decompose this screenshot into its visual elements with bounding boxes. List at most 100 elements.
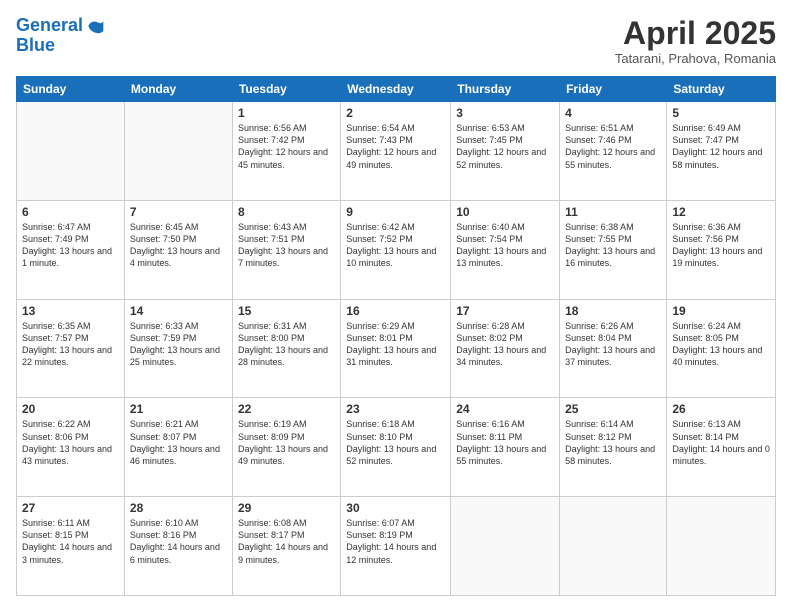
day-cell: 1Sunrise: 6:56 AM Sunset: 7:42 PM Daylig… bbox=[232, 102, 340, 201]
day-info: Sunrise: 6:22 AM Sunset: 8:06 PM Dayligh… bbox=[22, 418, 119, 467]
day-number: 8 bbox=[238, 205, 335, 219]
day-number: 25 bbox=[565, 402, 661, 416]
day-info: Sunrise: 6:26 AM Sunset: 8:04 PM Dayligh… bbox=[565, 320, 661, 369]
day-cell: 14 Sunrise: 6:33 AM Sunset: 7:59 PM Dayli… bbox=[124, 299, 232, 398]
day-cell: 27 Sunrise: 6:11 AM Sunset: 8:15 PM Dayli… bbox=[17, 497, 125, 596]
day-info: Sunrise: 6:45 AM Sunset: 7:50 PM Dayligh… bbox=[130, 221, 227, 270]
day-cell: 11Sunrise: 6:38 AM Sunset: 7:55 PM Dayli… bbox=[560, 200, 667, 299]
day-info: Sunrise: 6:21 AM Sunset: 8:07 PM Dayligh… bbox=[130, 418, 227, 467]
day-number: 30 bbox=[346, 501, 445, 515]
day-cell: 19 Sunrise: 6:24 AM Sunset: 8:05 PM Dayli… bbox=[667, 299, 776, 398]
day-info: Sunrise: 6:28 AM Sunset: 8:02 PM Dayligh… bbox=[456, 320, 554, 369]
day-number: 3 bbox=[456, 106, 554, 120]
day-cell: 9 Sunrise: 6:42 AM Sunset: 7:52 PM Daylig… bbox=[341, 200, 451, 299]
day-number: 11 bbox=[565, 205, 661, 219]
day-cell bbox=[451, 497, 560, 596]
weekday-header-wednesday: Wednesday bbox=[341, 77, 451, 102]
calendar: SundayMondayTuesdayWednesdayThursdayFrid… bbox=[16, 76, 776, 596]
day-cell bbox=[124, 102, 232, 201]
calendar-body: 1Sunrise: 6:56 AM Sunset: 7:42 PM Daylig… bbox=[17, 102, 776, 596]
day-number: 23 bbox=[346, 402, 445, 416]
day-info: Sunrise: 6:40 AM Sunset: 7:54 PM Dayligh… bbox=[456, 221, 554, 270]
day-cell: 10 Sunrise: 6:40 AM Sunset: 7:54 PM Dayli… bbox=[451, 200, 560, 299]
day-number: 24 bbox=[456, 402, 554, 416]
day-info: Sunrise: 6:43 AM Sunset: 7:51 PM Dayligh… bbox=[238, 221, 335, 270]
day-cell: 22 Sunrise: 6:19 AM Sunset: 8:09 PM Dayli… bbox=[232, 398, 340, 497]
day-info: Sunrise: 6:51 AM Sunset: 7:46 PM Dayligh… bbox=[565, 122, 661, 171]
day-info: Sunrise: 6:07 AM Sunset: 8:19 PM Dayligh… bbox=[346, 517, 445, 566]
day-number: 12 bbox=[672, 205, 770, 219]
day-cell: 21 Sunrise: 6:21 AM Sunset: 8:07 PM Dayli… bbox=[124, 398, 232, 497]
logo-blue: Blue bbox=[16, 36, 105, 54]
title-area: April 2025 Tatarani, Prahova, Romania bbox=[615, 16, 776, 66]
day-cell bbox=[17, 102, 125, 201]
page: General Blue April 2025 Tatarani, Prahov… bbox=[0, 0, 792, 612]
day-cell: 25 Sunrise: 6:14 AM Sunset: 8:12 PM Dayli… bbox=[560, 398, 667, 497]
day-cell: 28 Sunrise: 6:10 AM Sunset: 8:16 PM Dayli… bbox=[124, 497, 232, 596]
header: General Blue April 2025 Tatarani, Prahov… bbox=[16, 16, 776, 66]
logo-icon bbox=[85, 16, 105, 36]
day-cell: 17Sunrise: 6:28 AM Sunset: 8:02 PM Dayli… bbox=[451, 299, 560, 398]
day-info: Sunrise: 6:54 AM Sunset: 7:43 PM Dayligh… bbox=[346, 122, 445, 171]
day-number: 1 bbox=[238, 106, 335, 120]
day-info: Sunrise: 6:14 AM Sunset: 8:12 PM Dayligh… bbox=[565, 418, 661, 467]
calendar-header: SundayMondayTuesdayWednesdayThursdayFrid… bbox=[17, 77, 776, 102]
day-number: 13 bbox=[22, 304, 119, 318]
day-cell: 16 Sunrise: 6:29 AM Sunset: 8:01 PM Dayli… bbox=[341, 299, 451, 398]
day-cell bbox=[560, 497, 667, 596]
day-number: 4 bbox=[565, 106, 661, 120]
day-info: Sunrise: 6:16 AM Sunset: 8:11 PM Dayligh… bbox=[456, 418, 554, 467]
day-number: 10 bbox=[456, 205, 554, 219]
weekday-row: SundayMondayTuesdayWednesdayThursdayFrid… bbox=[17, 77, 776, 102]
day-info: Sunrise: 6:35 AM Sunset: 7:57 PM Dayligh… bbox=[22, 320, 119, 369]
day-info: Sunrise: 6:42 AM Sunset: 7:52 PM Dayligh… bbox=[346, 221, 445, 270]
day-number: 28 bbox=[130, 501, 227, 515]
weekday-header-monday: Monday bbox=[124, 77, 232, 102]
day-info: Sunrise: 6:19 AM Sunset: 8:09 PM Dayligh… bbox=[238, 418, 335, 467]
day-number: 21 bbox=[130, 402, 227, 416]
day-number: 2 bbox=[346, 106, 445, 120]
day-number: 7 bbox=[130, 205, 227, 219]
day-info: Sunrise: 6:11 AM Sunset: 8:15 PM Dayligh… bbox=[22, 517, 119, 566]
day-cell: 13 Sunrise: 6:35 AM Sunset: 7:57 PM Dayli… bbox=[17, 299, 125, 398]
day-number: 26 bbox=[672, 402, 770, 416]
day-cell bbox=[667, 497, 776, 596]
day-info: Sunrise: 6:29 AM Sunset: 8:01 PM Dayligh… bbox=[346, 320, 445, 369]
day-number: 18 bbox=[565, 304, 661, 318]
weekday-header-saturday: Saturday bbox=[667, 77, 776, 102]
weekday-header-sunday: Sunday bbox=[17, 77, 125, 102]
day-cell: 30 Sunrise: 6:07 AM Sunset: 8:19 PM Dayli… bbox=[341, 497, 451, 596]
weekday-header-tuesday: Tuesday bbox=[232, 77, 340, 102]
day-number: 16 bbox=[346, 304, 445, 318]
day-number: 14 bbox=[130, 304, 227, 318]
day-cell: 6Sunrise: 6:47 AM Sunset: 7:49 PM Daylig… bbox=[17, 200, 125, 299]
day-cell: 5Sunrise: 6:49 AM Sunset: 7:47 PM Daylig… bbox=[667, 102, 776, 201]
day-cell: 4 Sunrise: 6:51 AM Sunset: 7:46 PM Daylig… bbox=[560, 102, 667, 201]
day-info: Sunrise: 6:13 AM Sunset: 8:14 PM Dayligh… bbox=[672, 418, 770, 467]
day-info: Sunrise: 6:08 AM Sunset: 8:17 PM Dayligh… bbox=[238, 517, 335, 566]
weekday-header-thursday: Thursday bbox=[451, 77, 560, 102]
logo-text: General bbox=[16, 16, 83, 36]
day-number: 15 bbox=[238, 304, 335, 318]
day-number: 9 bbox=[346, 205, 445, 219]
week-row-0: 1Sunrise: 6:56 AM Sunset: 7:42 PM Daylig… bbox=[17, 102, 776, 201]
week-row-2: 13 Sunrise: 6:35 AM Sunset: 7:57 PM Dayli… bbox=[17, 299, 776, 398]
day-info: Sunrise: 6:36 AM Sunset: 7:56 PM Dayligh… bbox=[672, 221, 770, 270]
weekday-header-friday: Friday bbox=[560, 77, 667, 102]
day-cell: 24 Sunrise: 6:16 AM Sunset: 8:11 PM Dayli… bbox=[451, 398, 560, 497]
day-number: 19 bbox=[672, 304, 770, 318]
logo: General Blue bbox=[16, 16, 105, 54]
day-cell: 20Sunrise: 6:22 AM Sunset: 8:06 PM Dayli… bbox=[17, 398, 125, 497]
day-info: Sunrise: 6:24 AM Sunset: 8:05 PM Dayligh… bbox=[672, 320, 770, 369]
day-cell: 8 Sunrise: 6:43 AM Sunset: 7:51 PM Daylig… bbox=[232, 200, 340, 299]
day-cell: 2 Sunrise: 6:54 AM Sunset: 7:43 PM Daylig… bbox=[341, 102, 451, 201]
day-cell: 3Sunrise: 6:53 AM Sunset: 7:45 PM Daylig… bbox=[451, 102, 560, 201]
day-number: 27 bbox=[22, 501, 119, 515]
week-row-1: 6Sunrise: 6:47 AM Sunset: 7:49 PM Daylig… bbox=[17, 200, 776, 299]
week-row-3: 20Sunrise: 6:22 AM Sunset: 8:06 PM Dayli… bbox=[17, 398, 776, 497]
day-info: Sunrise: 6:10 AM Sunset: 8:16 PM Dayligh… bbox=[130, 517, 227, 566]
day-info: Sunrise: 6:33 AM Sunset: 7:59 PM Dayligh… bbox=[130, 320, 227, 369]
day-number: 5 bbox=[672, 106, 770, 120]
day-cell: 29Sunrise: 6:08 AM Sunset: 8:17 PM Dayli… bbox=[232, 497, 340, 596]
day-number: 22 bbox=[238, 402, 335, 416]
